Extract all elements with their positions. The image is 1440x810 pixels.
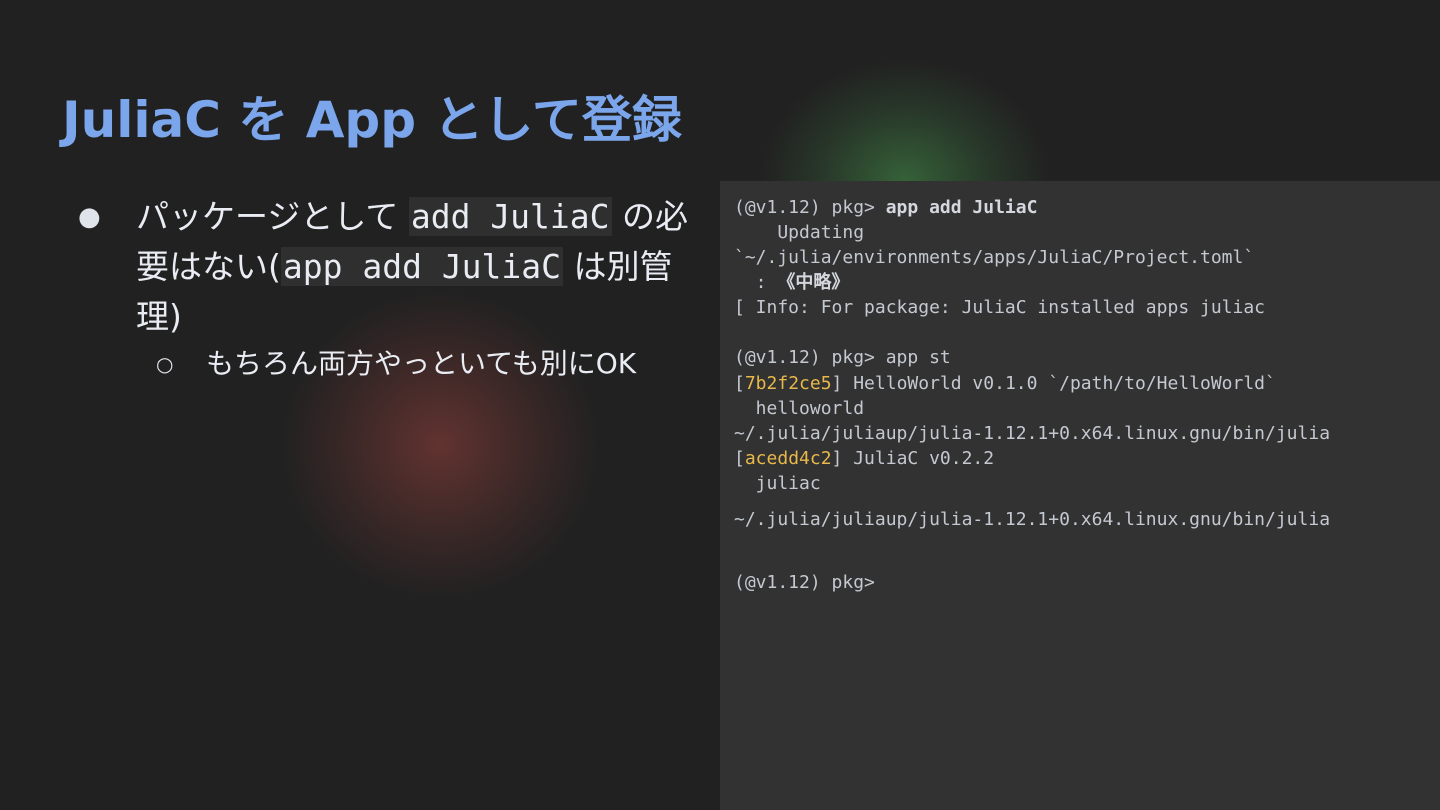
bullet-dot-icon: ● <box>78 202 101 232</box>
prompt-text: (@v1.12) pkg> <box>734 197 886 218</box>
terminal-line-4: : 《中略》 <box>734 270 850 295</box>
terminal-line-6: (@v1.12) pkg> app st <box>734 347 951 368</box>
bullet-item-2: ○ もちろん両方やっといても別にOK <box>156 344 698 384</box>
package-hash: 7b2f2ce5 <box>744 373 832 394</box>
terminal-line-7: [7b2f2ce5] HelloWorld v0.1.0 `/path/to/H… <box>734 371 1276 396</box>
package-hash: acedd4c2 <box>744 448 832 469</box>
bullet-text-2: もちろん両方やっといても別にOK <box>206 347 637 380</box>
bracket-open: [ <box>734 448 745 469</box>
terminal-line-13: (@v1.12) pkg> <box>734 572 875 593</box>
bullet-text-1: パッケージとして add JuliaC の必要はない(app add Julia… <box>136 192 696 342</box>
bracket-open: [ <box>734 373 745 394</box>
bullet-text-pre: パッケージとして <box>136 197 409 236</box>
terminal-line-4-pre: : <box>734 272 778 293</box>
package-info: ] JuliaC v0.2.2 <box>831 448 995 469</box>
slide-title: JuliaC を App として登録 <box>62 91 682 149</box>
bullet-item-1: ● パッケージとして add JuliaC の必要はない(app add Jul… <box>78 192 698 342</box>
terminal-panel: (@v1.12) pkg> app add JuliaC Updating `~… <box>720 181 1440 810</box>
bullet-circle-icon: ○ <box>156 352 174 376</box>
bullet-list: ● パッケージとして add JuliaC の必要はない(app add Jul… <box>78 192 698 384</box>
terminal-line-9: ~/.julia/juliaup/julia-1.12.1+0.x64.linu… <box>734 423 1331 444</box>
terminal-line-8: helloworld <box>734 398 865 419</box>
omitted-marker: 《中略》 <box>777 272 850 293</box>
inline-code-app-add: app add JuliaC <box>280 247 564 286</box>
terminal-line-1: (@v1.12) pkg> app add JuliaC <box>734 195 1037 220</box>
terminal-line-3: `~/.julia/environments/apps/JuliaC/Proje… <box>734 247 1255 268</box>
terminal-line-10: [acedd4c2] JuliaC v0.2.2 <box>734 446 994 471</box>
command-text: app add JuliaC <box>885 197 1038 218</box>
package-info: ] HelloWorld v0.1.0 `/path/to/HelloWorld… <box>831 373 1276 394</box>
terminal-line-2: Updating <box>734 222 865 243</box>
inline-code-add: add JuliaC <box>408 197 612 236</box>
terminal-line-5: [ Info: For package: JuliaC installed ap… <box>734 297 1266 318</box>
terminal-line-12: ~/.julia/juliaup/julia-1.12.1+0.x64.linu… <box>734 509 1331 530</box>
terminal-line-11: juliac <box>734 473 821 494</box>
